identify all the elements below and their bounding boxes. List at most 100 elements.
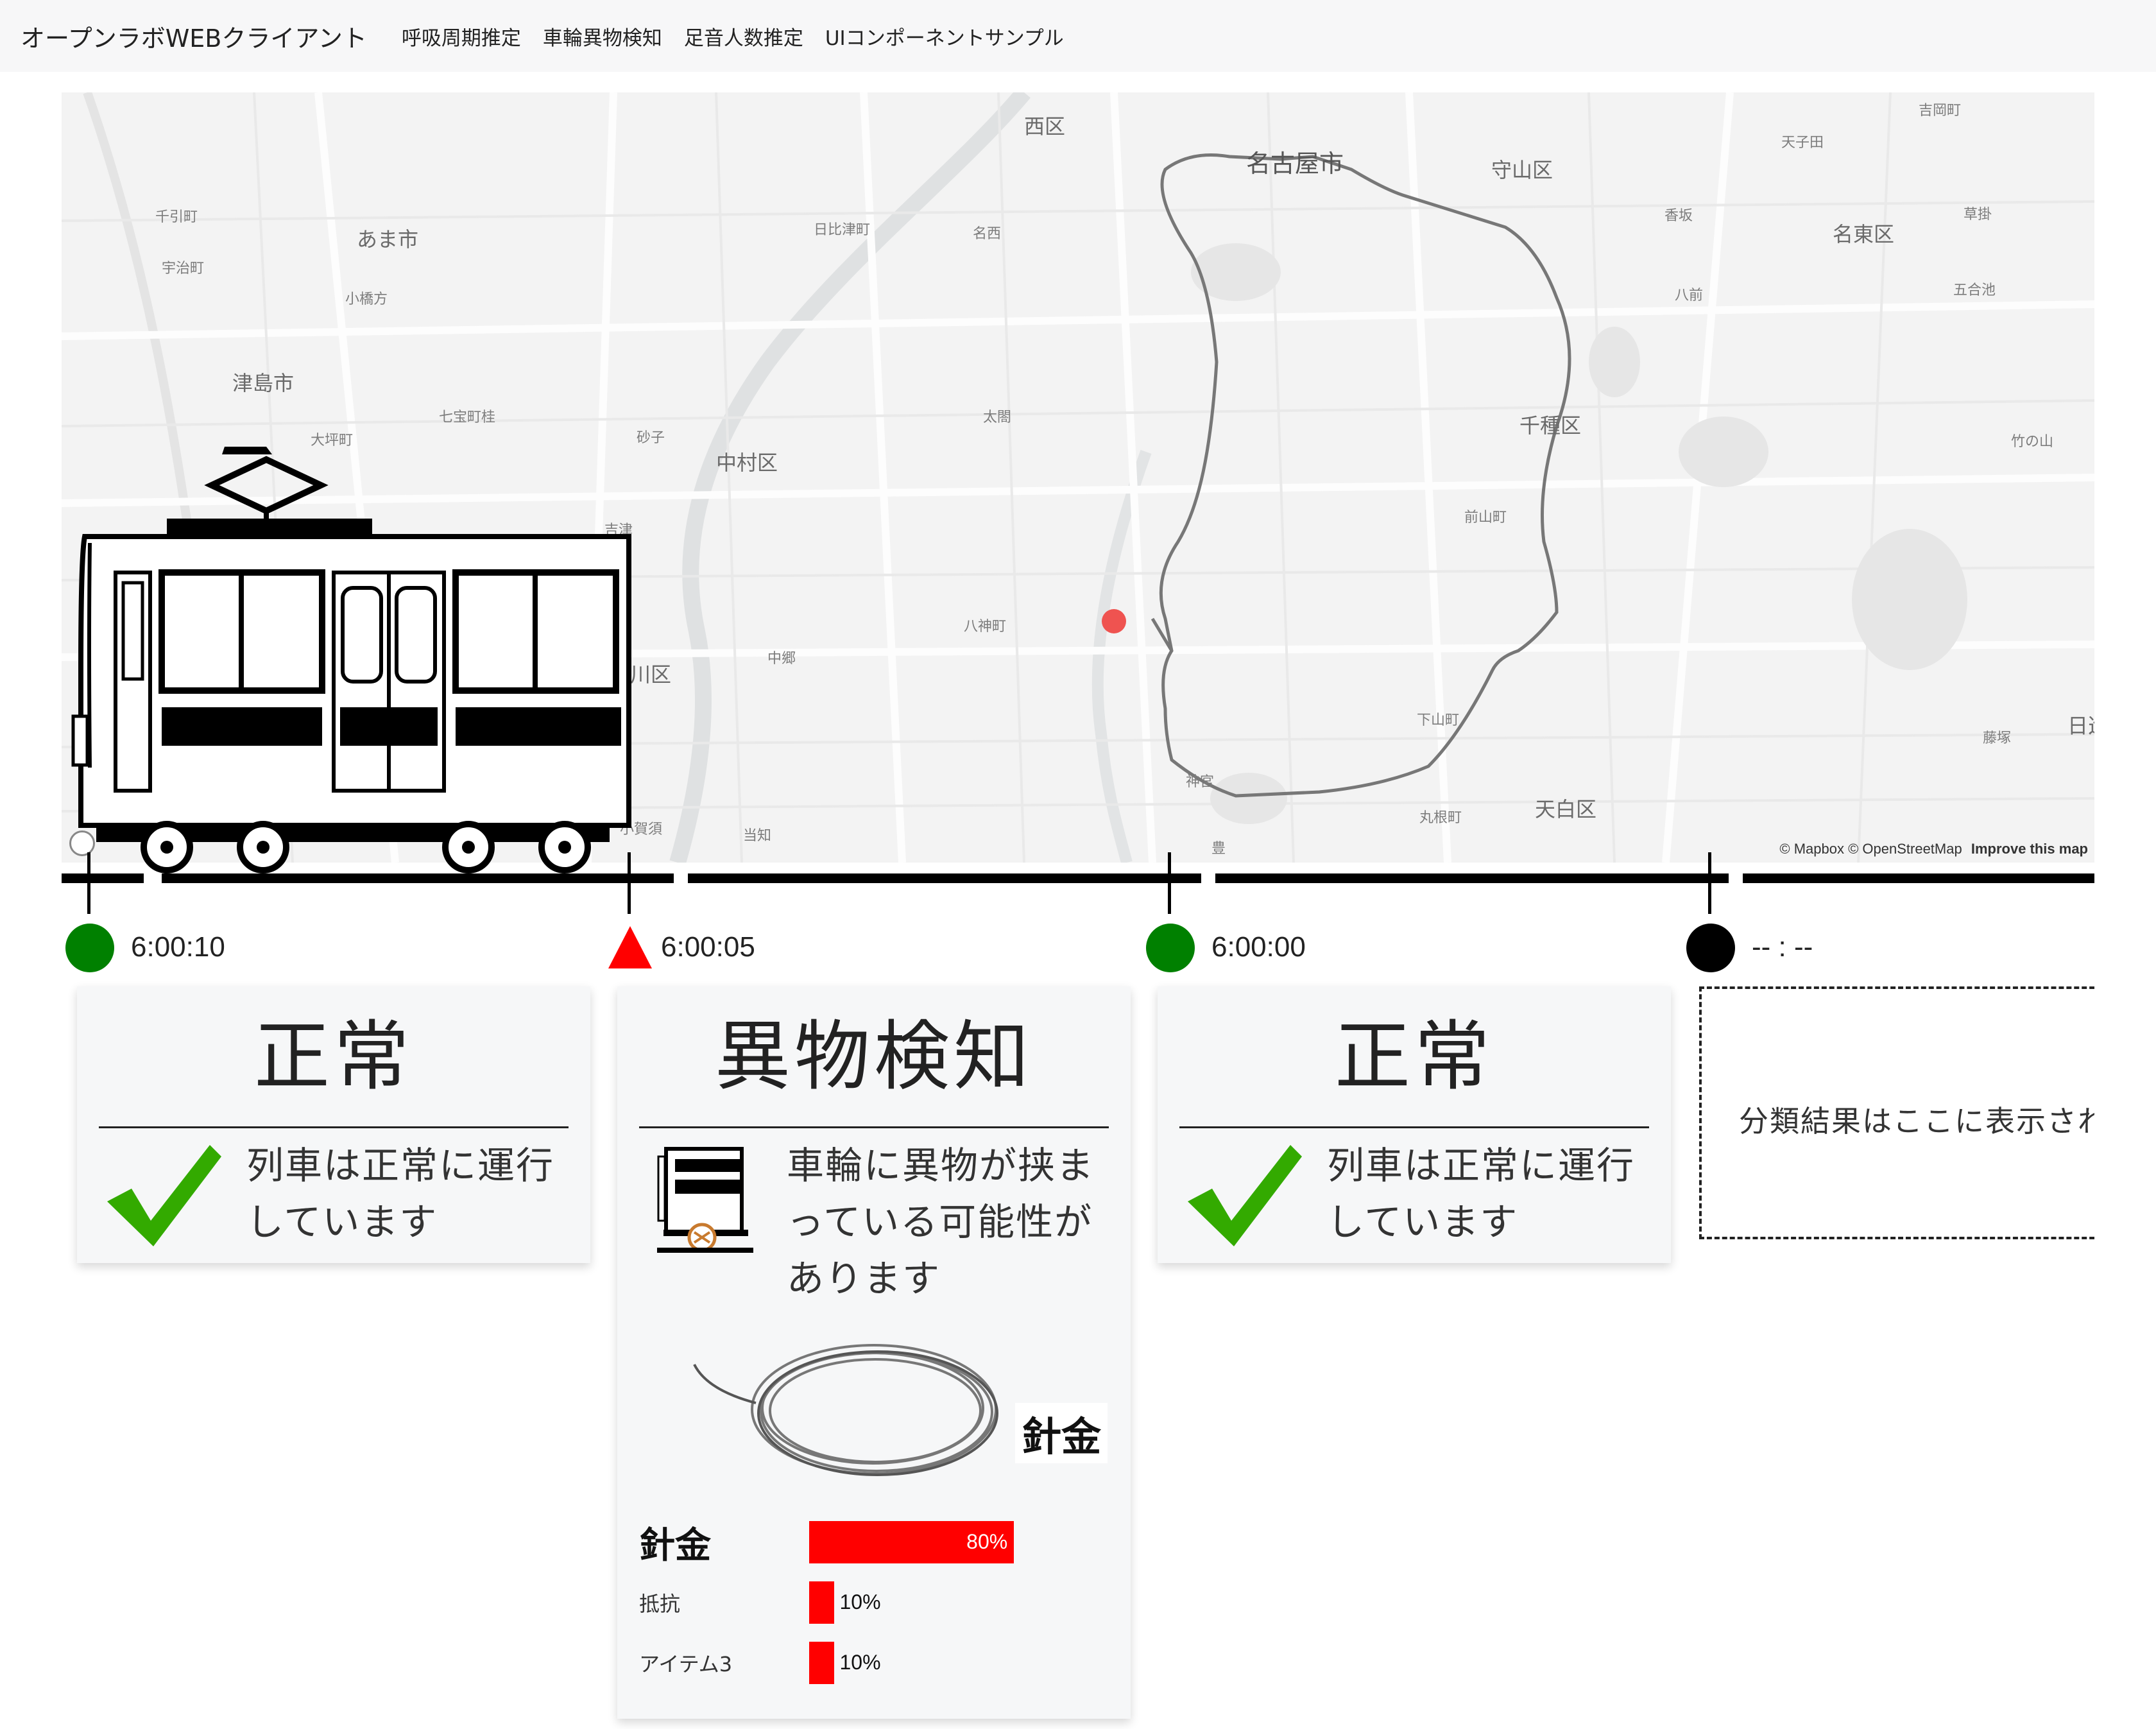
nav-link-footstep[interactable]: 足音人数推定 — [684, 22, 803, 51]
app-brand[interactable]: オープンラボWEBクライアント — [21, 19, 367, 54]
timestamp-label: 6:00:05 — [661, 931, 755, 963]
timestamp-label: -- : -- — [1752, 931, 1813, 963]
map-label: 吉岡町 — [1919, 103, 1962, 119]
map-label: 五合池 — [1953, 282, 1996, 298]
map-attribution: © Mapbox © OpenStreetMap Improve this ma… — [1779, 841, 2088, 857]
timeline-track — [162, 873, 674, 883]
map-label: 西区 — [1024, 114, 1066, 139]
map-label: 前山町 — [1464, 510, 1507, 526]
result-card-anomaly[interactable]: 異物検知 車輪に異物が挟ま っている可能性が あります 針金 針金 80% 抵抗… — [617, 986, 1131, 1719]
status-anomaly-icon[interactable] — [604, 922, 656, 974]
map-label: 八神町 — [964, 619, 1007, 635]
bar-row: 針金 80% — [639, 1512, 1109, 1572]
timeline-track — [1743, 873, 2094, 883]
card-description: 列車は正常に運行 しています — [227, 1137, 554, 1250]
card-body: 車輪に異物が挟ま っている可能性が あります — [617, 1128, 1131, 1320]
card-title: 異物検知 — [714, 1012, 1033, 1101]
map-label: 七宝町桂 — [439, 409, 496, 426]
card-body: 列車は正常に運行 しています — [77, 1128, 590, 1263]
train-icon — [71, 447, 631, 873]
bar-label: 針金 — [639, 1524, 711, 1567]
map-label: 川区 — [630, 662, 672, 687]
card-desc-line: 列車は正常に運行 — [246, 1144, 555, 1187]
bar-value: 10% — [839, 1651, 881, 1674]
map-label: 神宮 — [1186, 774, 1215, 790]
check-icon — [99, 1137, 227, 1250]
check-icon — [1179, 1137, 1308, 1250]
bar-fill — [809, 1581, 835, 1624]
navbar: オープンラボWEBクライアント 呼吸周期推定 車輪異物検知 足音人数推定 UIコ… — [0, 0, 2156, 72]
map-label: 天白区 — [1535, 797, 1597, 821]
map-label: 宇治町 — [162, 261, 205, 277]
card-title: 正常 — [1334, 1012, 1494, 1101]
map-label: あま市 — [357, 227, 419, 252]
card-desc-line: あります — [787, 1257, 941, 1300]
map-label: 千種区 — [1519, 413, 1582, 438]
nav-link-ui-sample[interactable]: UIコンポーネントサンプル — [825, 22, 1064, 51]
foreign-object-image: 針金 — [617, 1326, 1131, 1512]
classification-bars: 針金 80% 抵抗 10% アイテム3 10% — [617, 1512, 1131, 1719]
map-label: 太閤 — [983, 409, 1012, 426]
nav-links: 呼吸周期推定 車輪異物検知 足音人数推定 UIコンポーネントサンプル — [402, 22, 1064, 51]
map-label: 中郷 — [767, 651, 796, 667]
card-desc-line: しています — [246, 1200, 438, 1244]
card-desc-line: っている可能性が — [787, 1200, 1093, 1244]
attribution-text[interactable]: © Mapbox © OpenStreetMap — [1779, 841, 1962, 857]
bar-label: 抵抗 — [639, 1592, 681, 1616]
current-position-marker — [1102, 609, 1126, 633]
map-label: 竹の山 — [2011, 434, 2054, 450]
status-normal-icon[interactable] — [1145, 922, 1196, 974]
result-card-normal[interactable]: 正常 列車は正常に運行 しています — [1158, 986, 1671, 1263]
viewport-edge — [2094, 847, 2156, 1729]
improve-map-link[interactable]: Improve this map — [1971, 841, 2088, 857]
card-description: 列車は正常に運行 しています — [1308, 1137, 1635, 1250]
timeline-tick — [87, 852, 90, 914]
map-label: 中村区 — [716, 451, 778, 475]
bar-row: アイテム3 10% — [639, 1633, 1109, 1693]
map-label: 香坂 — [1664, 208, 1693, 224]
timestamp-label: 6:00:10 — [131, 931, 225, 963]
timeline-tick — [628, 852, 631, 914]
map-label: 守山区 — [1491, 158, 1553, 182]
placeholder-text: 分類結果はここに表示され — [1739, 1104, 2109, 1139]
bar-track: 10% — [809, 1642, 1109, 1684]
map-label: 藤塚 — [1983, 730, 2012, 746]
card-desc-line: 車輪に異物が挟ま — [787, 1144, 1095, 1187]
bar-row: 抵抗 10% — [639, 1572, 1109, 1633]
result-card-normal[interactable]: 正常 列車は正常に運行 しています — [77, 986, 590, 1263]
map-label: 名東区 — [1833, 222, 1895, 246]
map-label: 名古屋市 — [1246, 150, 1344, 178]
map-label: 八前 — [1675, 288, 1704, 304]
nav-link-breathing[interactable]: 呼吸周期推定 — [402, 22, 521, 51]
nav-link-wheel-detection[interactable]: 車輪異物検知 — [543, 22, 662, 51]
timeline-track — [688, 873, 1201, 883]
map-label: 砂子 — [637, 430, 665, 446]
train-wheel-icon — [639, 1137, 767, 1307]
map-label: 千引町 — [155, 209, 198, 225]
bar-track: 80% — [809, 1521, 1109, 1563]
bar-value: 10% — [839, 1590, 881, 1613]
map-label: 草掛 — [1964, 207, 1992, 223]
result-placeholder: 分類結果はここに表示され — [1699, 986, 2110, 1239]
bar-label: アイテム3 — [639, 1652, 733, 1676]
timeline-tick — [1708, 852, 1711, 914]
timestamp-label: 6:00:00 — [1211, 931, 1306, 963]
map-label: 名西 — [973, 226, 1002, 242]
bar-value: 80% — [966, 1530, 1008, 1553]
bar-fill — [809, 1642, 835, 1684]
map-label: 下山町 — [1417, 712, 1460, 728]
map-label: 小橋方 — [345, 291, 388, 307]
map-label: 当知 — [743, 828, 772, 844]
map-label: 天子田 — [1781, 135, 1824, 151]
card-title: 正常 — [253, 1012, 413, 1101]
timeline-track — [62, 873, 144, 883]
map-label: 日比津町 — [814, 222, 871, 238]
bar-track: 10% — [809, 1581, 1109, 1624]
status-normal-icon[interactable] — [64, 922, 116, 974]
map-label: 津島市 — [232, 371, 295, 395]
card-description: 車輪に異物が挟ま っている可能性が あります — [767, 1137, 1095, 1307]
timeline-track — [1215, 873, 1729, 883]
status-pending-icon[interactable] — [1685, 922, 1736, 974]
card-desc-line: 列車は正常に運行 — [1327, 1144, 1636, 1187]
timeline-tick — [1168, 852, 1171, 914]
